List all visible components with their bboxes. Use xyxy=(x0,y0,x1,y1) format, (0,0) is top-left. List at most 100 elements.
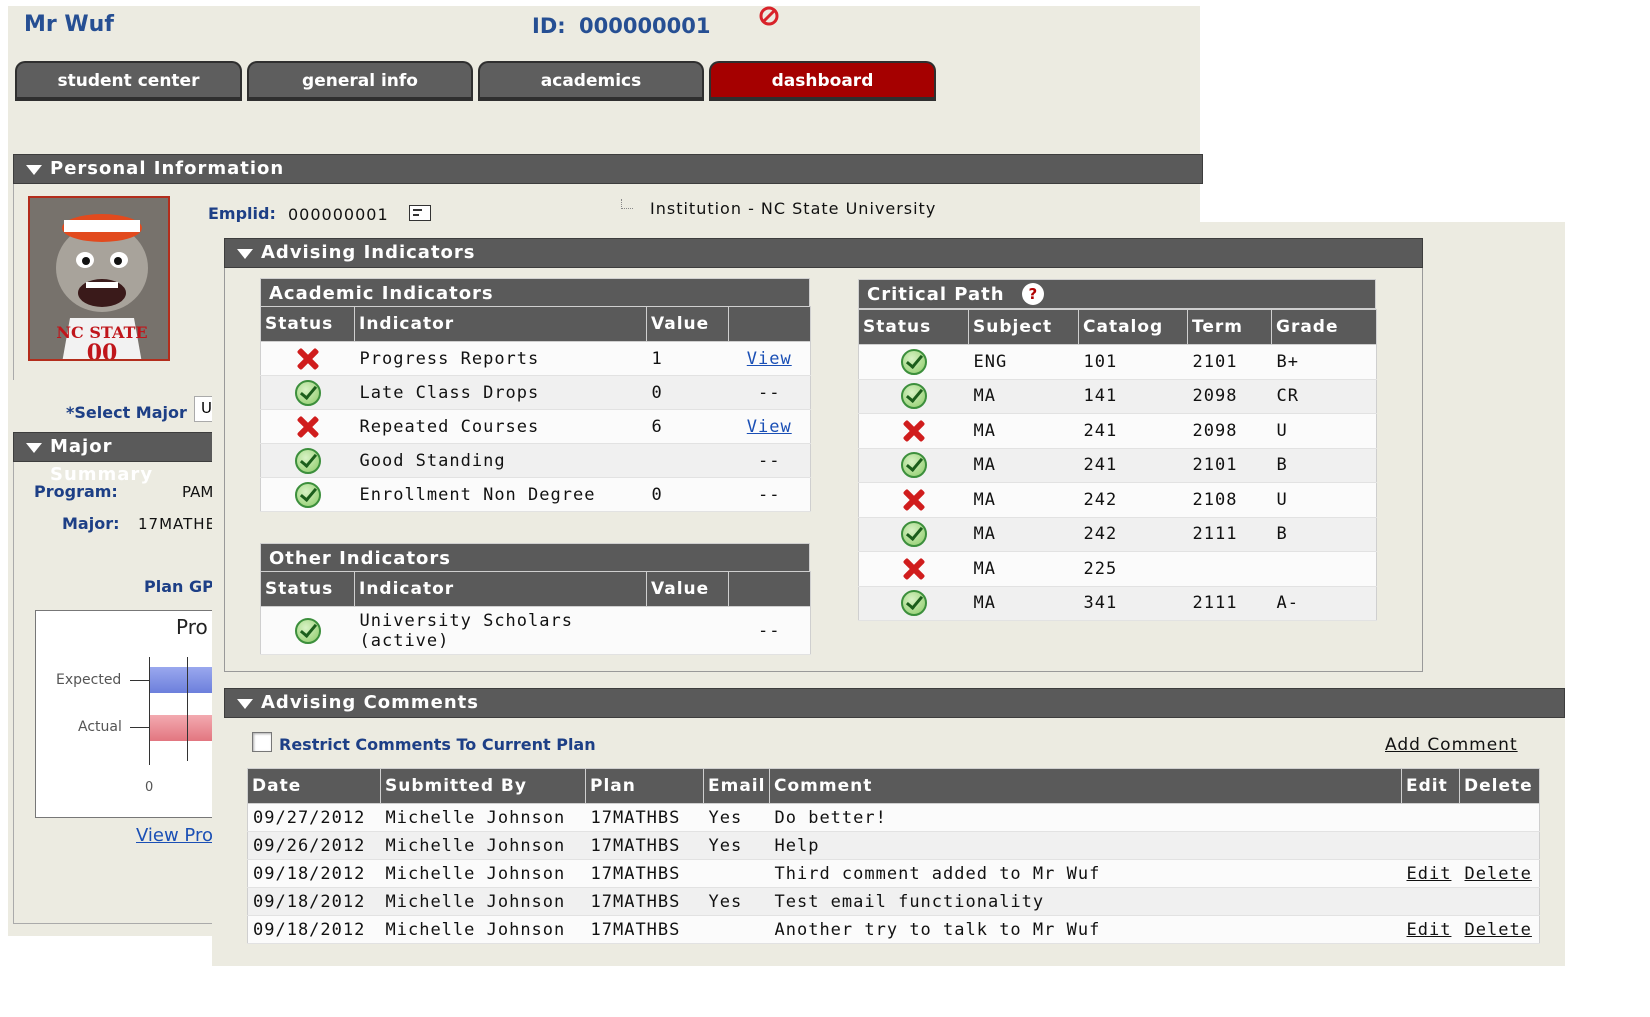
indicator-action: -- xyxy=(728,443,811,478)
table-row: MA 225 xyxy=(858,551,1377,587)
edit-comment-link[interactable]: Edit xyxy=(1407,864,1452,884)
delete-comment-link[interactable]: Delete xyxy=(1465,920,1532,940)
personal-information-title: Personal Information xyxy=(50,158,285,179)
comment-plan: 17MATHBS xyxy=(585,859,704,888)
subject: MA xyxy=(968,482,1079,518)
green-check-icon xyxy=(900,452,927,479)
advising-indicators-header[interactable]: Advising Indicators xyxy=(224,238,1423,268)
green-check-icon xyxy=(900,348,927,375)
col-edit: Edit xyxy=(1401,768,1460,804)
no-entry-icon[interactable] xyxy=(758,5,780,27)
tab-student-center[interactable]: student center xyxy=(15,61,242,101)
emplid-label: Emplid: xyxy=(208,204,276,223)
red-x-icon xyxy=(901,556,927,582)
id-card-icon[interactable] xyxy=(409,205,431,221)
term: 2098 xyxy=(1187,379,1272,414)
view-link[interactable]: View xyxy=(747,417,792,437)
view-progress-link[interactable]: View Pro xyxy=(136,825,213,846)
table-row: 09/26/2012 Michelle Johnson 17MATHBS Yes… xyxy=(247,831,1540,860)
student-photo: NC STATE 00 xyxy=(28,196,170,361)
term: 2111 xyxy=(1187,586,1272,621)
tab-dashboard[interactable]: dashboard xyxy=(709,61,936,101)
comment-date: 09/27/2012 xyxy=(247,803,381,832)
indicator-name: Progress Reports xyxy=(354,341,647,376)
chart-tick-zero: 0 xyxy=(145,780,154,795)
tree-connector-icon xyxy=(621,199,633,209)
comment-date: 09/18/2012 xyxy=(247,887,381,916)
catalog: 242 xyxy=(1078,517,1188,552)
comment-date: 09/18/2012 xyxy=(247,859,381,888)
critical-path-title: Critical Path xyxy=(867,284,1005,305)
subject: MA xyxy=(968,413,1079,449)
advising-comments-header[interactable]: Advising Comments xyxy=(224,688,1565,718)
subject: MA xyxy=(968,448,1079,483)
col-value: Value xyxy=(646,571,729,607)
col-indicator: Indicator xyxy=(354,571,647,607)
edit-comment-link[interactable]: Edit xyxy=(1407,920,1452,940)
comment-text: Test email functionality xyxy=(769,887,1402,916)
tab-general-info[interactable]: general info xyxy=(247,61,473,101)
col-status: Status xyxy=(260,306,355,342)
student-name: Mr Wuf xyxy=(24,12,114,37)
table-row: 09/18/2012 Michelle Johnson 17MATHBS Thi… xyxy=(247,859,1540,888)
restrict-comments-label[interactable]: Restrict Comments To Current Plan xyxy=(279,735,596,754)
table-row: MA 141 2098 CR xyxy=(858,379,1377,414)
plan-gpa-label: Plan GP xyxy=(144,577,214,596)
red-x-icon xyxy=(901,487,927,513)
indicator-value xyxy=(646,606,729,655)
delete-comment-link[interactable]: Delete xyxy=(1465,864,1532,884)
col-email: Email xyxy=(703,768,770,804)
col-status: Status xyxy=(260,571,355,607)
comment-plan: 17MATHBS xyxy=(585,831,704,860)
comment-author: Michelle Johnson xyxy=(380,887,586,916)
comment-email: Yes xyxy=(703,803,770,832)
subject: MA xyxy=(968,586,1079,621)
chart-title: Pro xyxy=(176,615,208,639)
table-row: MA 341 2111 A- xyxy=(858,586,1377,621)
table-row: MA 242 2111 B xyxy=(858,517,1377,552)
subject: MA xyxy=(968,517,1079,552)
academic-indicators-caption: Academic Indicators xyxy=(260,278,810,308)
comment-author: Michelle Johnson xyxy=(380,915,586,944)
indicator-value: 0 xyxy=(646,375,729,410)
restrict-comments-checkbox[interactable] xyxy=(252,732,272,752)
col-value: Value xyxy=(646,306,729,342)
term xyxy=(1187,551,1272,587)
svg-text:00: 00 xyxy=(87,340,118,361)
comment-email: Yes xyxy=(703,887,770,916)
comment-text: Third comment added to Mr Wuf xyxy=(769,859,1402,888)
advising-comments-title: Advising Comments xyxy=(261,692,479,713)
comment-author: Michelle Johnson xyxy=(380,859,586,888)
subject: ENG xyxy=(968,344,1079,380)
add-comment-link[interactable]: Add Comment xyxy=(1385,735,1518,755)
critical-path-caption: Critical Path ? xyxy=(858,279,1376,309)
indicator-value: 6 xyxy=(646,409,729,444)
help-icon[interactable]: ? xyxy=(1021,283,1044,305)
col-date: Date xyxy=(247,768,381,804)
indicator-name-line2: (active) xyxy=(359,630,450,651)
student-id-value: 000000001 xyxy=(579,14,711,38)
chart-category-expected: Expected xyxy=(56,672,122,688)
major-summary-header[interactable]: Major Summary xyxy=(13,432,213,485)
indicator-action: -- xyxy=(728,606,811,655)
col-status: Status xyxy=(858,309,969,345)
col-action xyxy=(728,571,811,607)
personal-information-header[interactable]: Personal Information xyxy=(13,154,1203,184)
chart-marker-line xyxy=(187,657,188,761)
chart-actual-tick xyxy=(130,727,149,728)
tab-academics[interactable]: academics xyxy=(478,61,704,101)
indicator-name: University Scholars xyxy=(359,610,573,631)
table-row: 09/18/2012 Michelle Johnson 17MATHBS Yes… xyxy=(247,887,1540,916)
col-submitted-by: Submitted By xyxy=(380,768,586,804)
collapse-triangle-icon xyxy=(26,165,42,175)
green-check-icon xyxy=(900,383,927,410)
col-delete: Delete xyxy=(1459,768,1540,804)
major-value: 17MATHE xyxy=(138,515,217,533)
catalog: 101 xyxy=(1078,344,1188,380)
grade: B xyxy=(1271,448,1377,483)
table-row: MA 241 2098 U xyxy=(858,413,1377,449)
green-check-icon xyxy=(900,521,927,548)
indicator-name: Repeated Courses xyxy=(354,409,647,444)
table-row: MA 241 2101 B xyxy=(858,448,1377,483)
view-link[interactable]: View xyxy=(747,349,792,369)
